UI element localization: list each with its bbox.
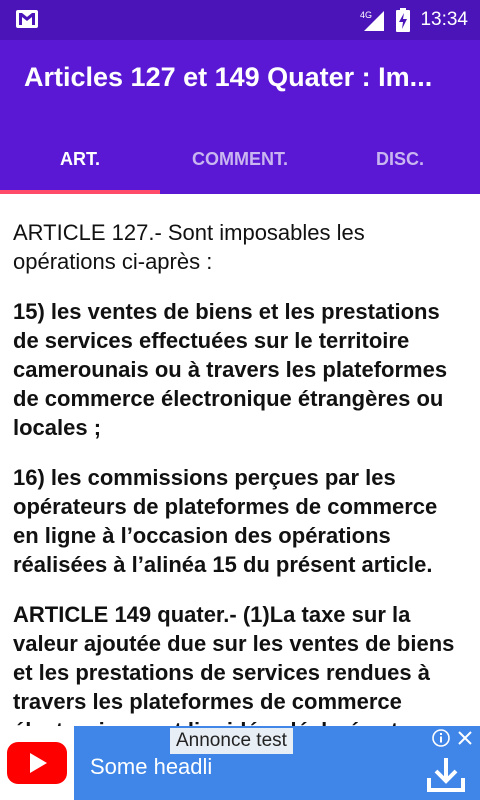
youtube-logo [0, 726, 74, 800]
status-bar: 4G 13:34 [0, 0, 480, 40]
ad-info-icon[interactable] [432, 729, 450, 747]
tab-discussion[interactable]: DISC. [320, 124, 480, 194]
tab-bar: ART. COMMENT. DISC. [0, 124, 480, 194]
tab-articles[interactable]: ART. [0, 124, 160, 194]
clock: 13:34 [420, 9, 468, 30]
network-type: 4G [360, 10, 372, 20]
app-bar: Articles 127 et 149 Quater : Im... [0, 40, 480, 124]
battery-charging-icon [396, 8, 411, 32]
page-title: Articles 127 et 149 Quater : Im... [24, 62, 433, 92]
tab-label: COMMENT. [192, 148, 288, 169]
youtube-icon [7, 742, 67, 784]
tab-comments[interactable]: COMMENT. [160, 124, 320, 194]
paragraph-article-127: ARTICLE 127.- Sont imposables les opérat… [13, 220, 365, 274]
article-content[interactable]: ARTICLE 127.- Sont imposables les opérat… [0, 194, 480, 726]
ad-close-icon[interactable] [456, 729, 474, 747]
download-icon[interactable] [426, 756, 466, 794]
paragraph-item-16: 16) les commissions perçues par les opér… [13, 465, 438, 577]
paragraph-article-149-quater: ARTICLE 149 quater.- (1)La taxe sur la v… [13, 602, 455, 726]
status-icons: 4G 13:34 [360, 0, 468, 40]
tab-label: ART. [60, 148, 100, 169]
paragraph-item-15: 15) les ventes de biens et les prestatio… [13, 299, 448, 440]
ad-banner[interactable]: Annonce test Some headli [0, 726, 480, 800]
gmail-icon [16, 10, 38, 28]
ad-label: Annonce test [170, 728, 293, 754]
tab-label: DISC. [375, 148, 424, 169]
signal-icon: 4G [360, 10, 385, 31]
ad-headline[interactable]: Some headli [90, 754, 212, 780]
